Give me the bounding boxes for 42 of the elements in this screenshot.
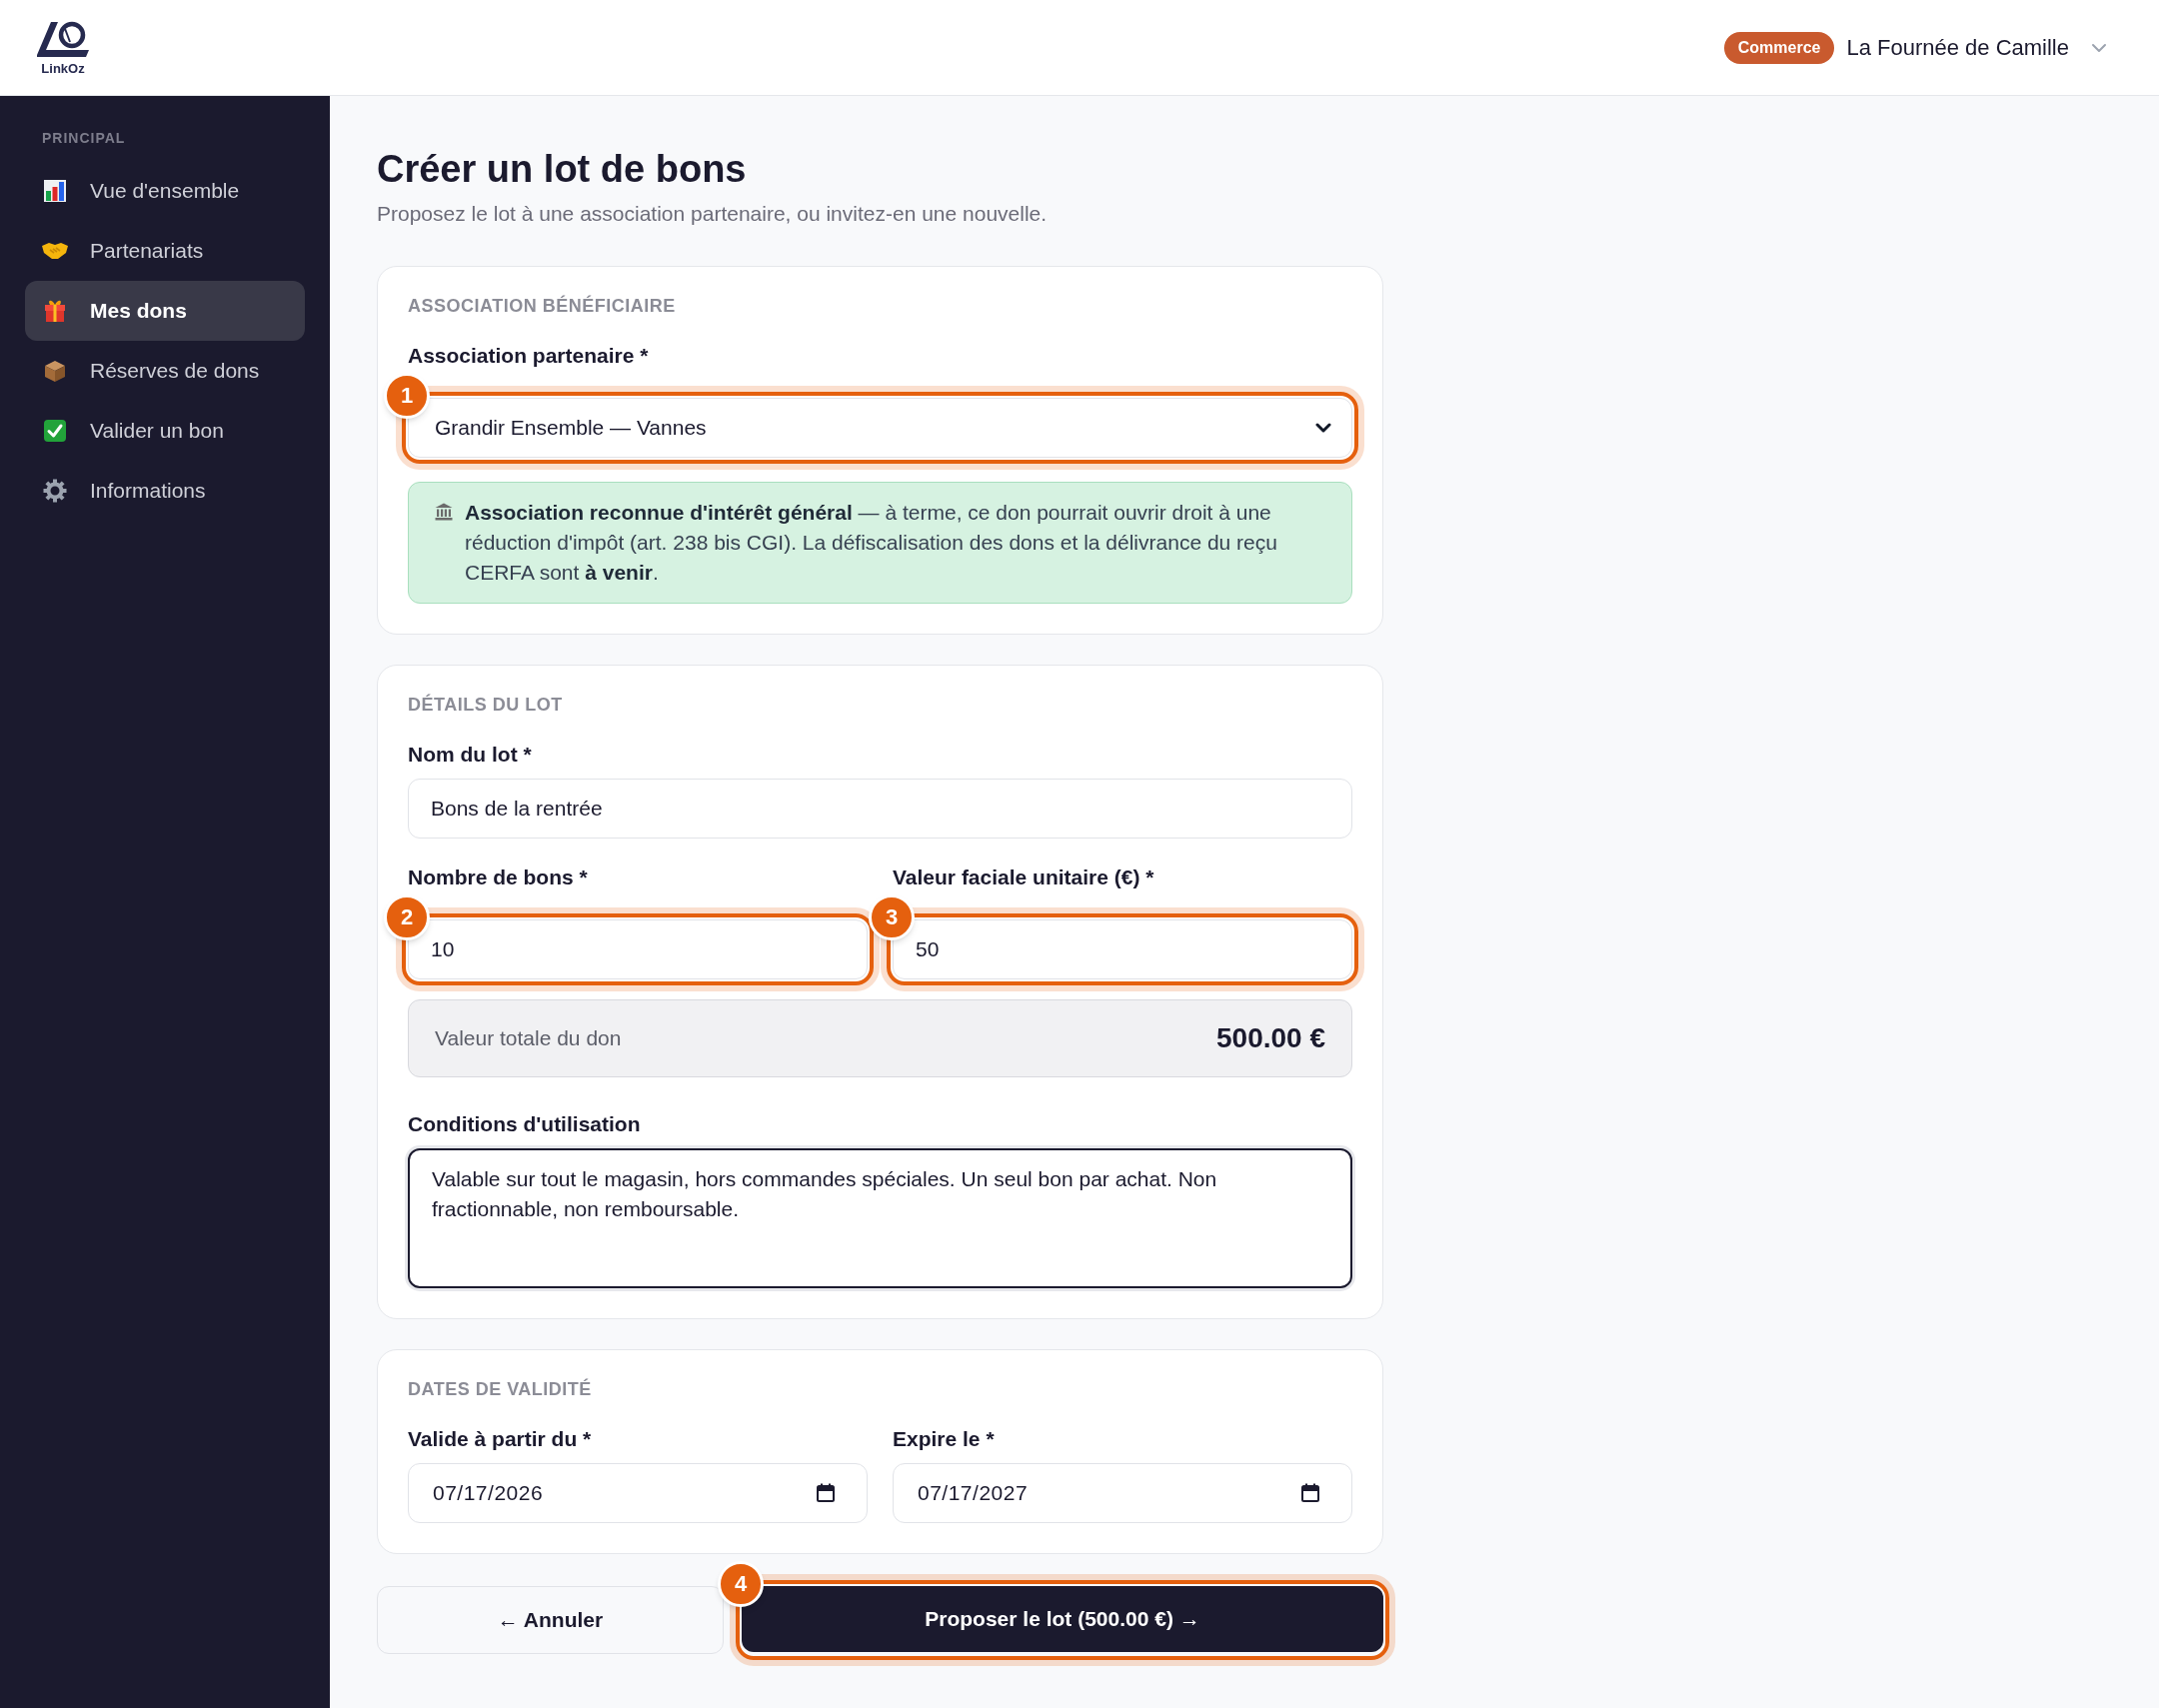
- notice-text: Association reconnue d'intérêt général — à terme, ce don pourrait ouvrir droit à une réduction d'impôt (art. 238 bis CGI). La défiscalisation des dons et la délivrance du reçu CERFA sont à venir.: [465, 499, 1278, 586]
- field-label: Association partenaire *: [408, 342, 650, 368]
- sidebar-item[interactable]: Mes dons: [25, 281, 305, 341]
- field-label: Valeur faciale unitaire (€) *: [893, 863, 1155, 889]
- gear-icon: [43, 479, 67, 503]
- field-label: Conditions d'utilisation: [408, 1110, 642, 1136]
- section-heading: DÉTAILS DU LOT: [408, 693, 564, 716]
- total-label: Valeur totale du don: [435, 1024, 622, 1051]
- sidebar-item[interactable]: Vue d'ensemble: [25, 161, 305, 221]
- account-name[interactable]: La Fournée de Camille: [1846, 31, 2069, 64]
- field-label: Nombre de bons *: [408, 863, 589, 889]
- calendar-icon[interactable]: [1300, 1482, 1320, 1503]
- sidebar-section-title: PRINCIPAL: [41, 129, 127, 148]
- cancel-button[interactable]: ← Annuler: [377, 1585, 724, 1654]
- chevron-down-icon[interactable]: [1315, 422, 1331, 433]
- step-number-marker: 4: [718, 1560, 764, 1607]
- field-label: Valide à partir du *: [408, 1425, 593, 1451]
- field-label: Expire le *: [893, 1425, 996, 1451]
- text-input[interactable]: Bons de la rentrée: [408, 778, 1352, 839]
- sidebar-item[interactable]: Valider un bon: [25, 401, 305, 461]
- role-badge: Commerce: [1723, 31, 1835, 64]
- conditions-textarea[interactable]: Valable sur tout le magasin, hors commandes spéciales. Un seul bon par achat. Non fractionnable, non remboursable.: [408, 1147, 1352, 1288]
- field-label: Nom du lot *: [408, 741, 533, 767]
- checkmark-icon: [43, 419, 67, 443]
- page-title: Créer un lot de bons: [377, 147, 748, 192]
- section-heading: DATES DE VALIDITÉ: [408, 1377, 593, 1400]
- bar-chart-icon: [43, 179, 67, 203]
- package-icon: [43, 359, 67, 383]
- gift-icon: [43, 299, 67, 323]
- calendar-icon[interactable]: [816, 1482, 836, 1503]
- sidebar-item[interactable]: Réserves de dons: [25, 341, 305, 401]
- sidebar-item[interactable]: Partenariats: [25, 221, 305, 281]
- page-subtitle: Proposez le lot à une association partenaire, ou invitez-en une nouvelle.: [377, 201, 1049, 227]
- total-amount: 500.00 €: [1216, 1020, 1325, 1055]
- section-heading: ASSOCIATION BÉNÉFICIAIRE: [408, 294, 677, 317]
- sidebar-item[interactable]: Informations: [25, 461, 305, 521]
- handshake-icon: [42, 242, 68, 260]
- date-input[interactable]: 07/17/2026: [408, 1462, 868, 1523]
- building-icon: [435, 502, 453, 521]
- logo-icon: [37, 20, 89, 58]
- logo-text: LinkOz: [41, 61, 85, 75]
- date-input[interactable]: 07/17/2027: [893, 1462, 1352, 1523]
